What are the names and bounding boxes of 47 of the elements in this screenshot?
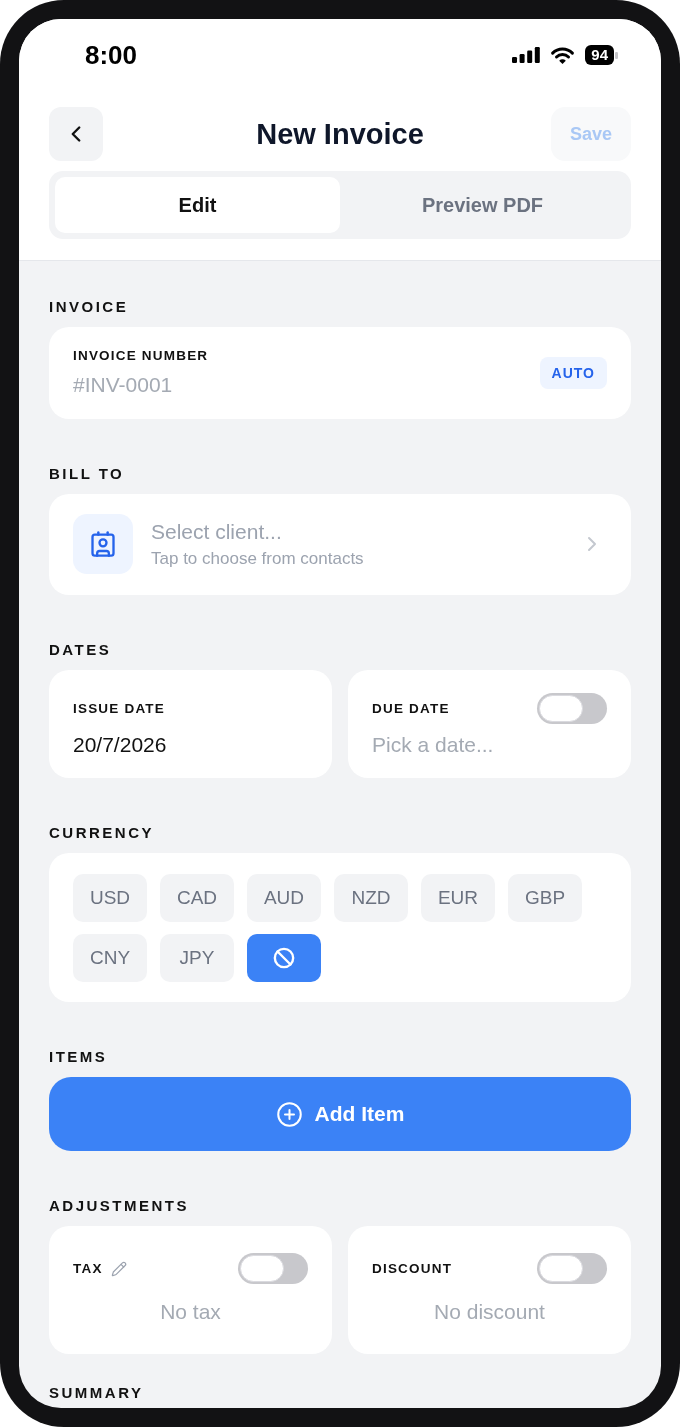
invoice-number-field[interactable]: #INV-0001 — [73, 373, 293, 397]
section-heading: INVOICE — [49, 298, 130, 316]
status-time: 8:00 — [85, 40, 138, 70]
battery-cap-icon — [615, 51, 618, 59]
tax-empty-text: No tax — [160, 1300, 221, 1324]
battery-percentage: 94 — [585, 45, 614, 65]
contact-card-icon — [73, 514, 133, 574]
section-heading: ITEMS — [49, 1048, 109, 1066]
no-currency-chip[interactable] — [247, 934, 321, 982]
tax-toggle[interactable] — [238, 1253, 308, 1284]
discount-empty-text: No discount — [434, 1300, 545, 1324]
section-heading: BILL TO — [49, 465, 126, 483]
client-hint: Tap to choose from contacts — [151, 548, 365, 569]
field-label: INVOICE NUMBER — [73, 348, 210, 364]
currency-chip[interactable]: JPY — [160, 934, 234, 982]
auto-badge: AUTO — [539, 356, 607, 389]
client-placeholder: Select client... — [151, 519, 283, 544]
due-date-field[interactable]: Pick a date... — [372, 733, 592, 757]
back-button[interactable] — [49, 107, 103, 161]
currency-chip[interactable]: AUD — [247, 874, 321, 922]
field-label: ISSUE DATE — [73, 700, 165, 717]
page-title: New Invoice — [255, 117, 425, 151]
field-label: TAX — [73, 1260, 103, 1277]
signal-icon — [512, 47, 541, 63]
currency-chip[interactable]: EUR — [421, 874, 495, 922]
section-heading: DATES — [49, 641, 113, 659]
add-item-button[interactable]: Add Item — [49, 1077, 631, 1151]
client-select-card[interactable]: Select client... Tap to choose from contacts — [49, 494, 631, 595]
wifi-icon — [550, 45, 576, 65]
field-label: DUE DATE — [372, 700, 450, 717]
currency-chip[interactable]: USD — [73, 874, 147, 922]
pencil-icon[interactable] — [110, 1260, 127, 1277]
issue-date-field[interactable]: 20/7/2026 — [73, 733, 293, 757]
section-heading: SUMMARY — [49, 1384, 145, 1402]
view-tab[interactable]: Preview PDF — [340, 177, 625, 233]
field-label: DISCOUNT — [372, 1260, 453, 1277]
currency-chip[interactable]: GBP — [508, 874, 582, 922]
plus-circle-icon — [275, 1100, 303, 1128]
due-date-toggle[interactable] — [537, 693, 607, 724]
section-heading: ADJUSTMENTS — [49, 1197, 190, 1215]
currency-chip[interactable]: NZD — [334, 874, 408, 922]
currency-chip[interactable]: CNY — [73, 934, 147, 982]
section-heading: CURRENCY — [49, 824, 155, 842]
ban-icon — [273, 947, 295, 969]
view-tab[interactable]: Edit — [55, 177, 340, 233]
discount-toggle[interactable] — [537, 1253, 607, 1284]
currency-chip[interactable]: CAD — [160, 874, 234, 922]
